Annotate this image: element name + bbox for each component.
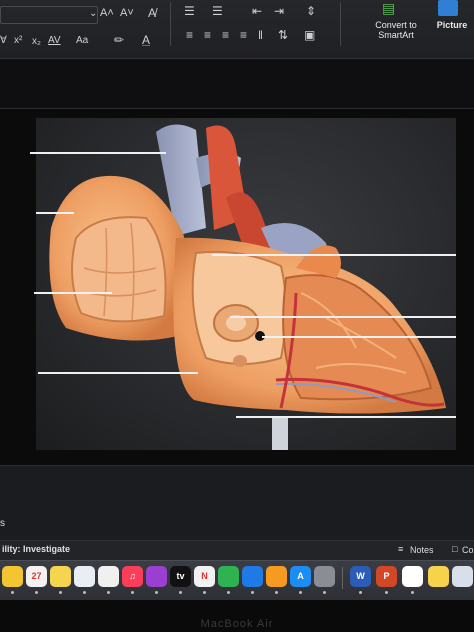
app-store[interactable]: A <box>290 566 311 587</box>
running-indicator <box>251 591 254 594</box>
running-indicator <box>385 591 388 594</box>
heart-model-illustration <box>49 124 447 450</box>
tv-app[interactable]: tv <box>170 566 191 587</box>
running-indicator <box>359 591 362 594</box>
indent-icon[interactable]: ⇥ <box>274 4 284 18</box>
label-line-4 <box>38 372 198 374</box>
running-indicator <box>107 591 110 594</box>
preview-app[interactable] <box>452 566 473 587</box>
running-indicator <box>275 591 278 594</box>
numbers-app[interactable] <box>218 566 239 587</box>
line-spacing-icon[interactable]: ⇕ <box>306 4 316 18</box>
running-indicator <box>411 591 414 594</box>
subscript-button[interactable]: x₂ <box>32 36 41 47</box>
news-app[interactable]: N <box>194 566 215 587</box>
running-indicator <box>83 591 86 594</box>
chrome-app[interactable] <box>402 566 423 587</box>
running-indicator <box>323 591 326 594</box>
stickies-app[interactable] <box>50 566 71 587</box>
shrink-font-button[interactable]: A˅ <box>120 7 134 19</box>
word-app[interactable]: W <box>350 566 371 587</box>
label-line-2 <box>36 212 74 214</box>
convert-to-smartart-button[interactable]: Convert to SmartArt <box>364 20 428 40</box>
label-line-1 <box>30 152 166 154</box>
notes-panel[interactable]: s <box>0 466 474 540</box>
running-indicator <box>35 591 38 594</box>
picture-button[interactable]: Picture <box>430 20 474 30</box>
running-indicator <box>179 591 182 594</box>
label-line-8 <box>236 416 456 418</box>
system-settings[interactable] <box>314 566 335 587</box>
heart-model-photo <box>36 118 456 450</box>
text-direction-icon[interactable]: ⇅ <box>278 28 288 42</box>
font-color-icon[interactable]: A <box>142 33 150 47</box>
running-indicator <box>227 591 230 594</box>
clear-format-button[interactable]: A̸ <box>148 6 156 20</box>
podcasts-app[interactable] <box>146 566 167 587</box>
status-bar: ility: Investigate ≡ Notes □ Co <box>0 540 474 561</box>
music-app[interactable]: ♫ <box>122 566 143 587</box>
outdent-icon[interactable]: ⇤ <box>252 4 262 18</box>
calendar-app[interactable]: 27 <box>26 566 47 587</box>
keynote-app[interactable] <box>242 566 263 587</box>
pages-app[interactable] <box>266 566 287 587</box>
running-indicator <box>131 591 134 594</box>
highlighter-icon[interactable]: ✏ <box>114 33 124 47</box>
align-left-icon[interactable]: ≡ <box>186 28 193 42</box>
comments-button[interactable]: Co <box>462 545 474 555</box>
superscript-button[interactable]: x² <box>14 35 22 46</box>
running-indicator <box>155 591 158 594</box>
align-text-icon[interactable]: ▣ <box>304 28 315 42</box>
smartart-icon[interactable]: ▤ <box>382 0 395 17</box>
freeform-app[interactable] <box>74 566 95 587</box>
comments-icon: □ <box>452 544 458 554</box>
char-spacing-button[interactable]: AV <box>48 35 61 46</box>
dock-divider <box>342 567 343 589</box>
panel-fragment-letter: s <box>0 518 5 529</box>
accessibility-status[interactable]: ility: Investigate <box>2 544 70 554</box>
font-size-dropdown[interactable]: ⌄ <box>0 6 98 24</box>
macos-dock: 27 ♫ tv N A W P <box>0 560 474 601</box>
label-line-6 <box>230 316 456 318</box>
running-indicator <box>59 591 62 594</box>
laptop-brand: MacBook Air <box>200 618 274 630</box>
powerpoint-app[interactable]: P <box>376 566 397 587</box>
align-center-icon[interactable]: ≡ <box>204 28 211 42</box>
notes-button[interactable]: Notes <box>410 545 434 555</box>
numbering-icon[interactable]: ☰ <box>212 4 223 18</box>
running-indicator <box>299 591 302 594</box>
picture-icon[interactable] <box>438 0 458 16</box>
columns-icon[interactable]: ‖ <box>258 28 263 42</box>
running-indicator <box>203 591 206 594</box>
grow-font-button[interactable]: A˄ <box>100 7 114 19</box>
justify-icon[interactable]: ≡ <box>240 28 247 42</box>
change-case-button[interactable]: Aa <box>76 35 88 46</box>
strike-mark: ∀ <box>0 35 7 46</box>
bullets-icon[interactable]: ☰ <box>184 4 195 18</box>
notes-icon: ≡ <box>398 544 404 554</box>
align-right-icon[interactable]: ≡ <box>222 28 229 42</box>
ribbon-toolbar: ⌄ A˄ A˅ A̸ ∀ x² x₂ AV Aa ✏ A ☰ ☰ ⇤ ⇥ ⇕ ≡… <box>0 0 474 59</box>
notes-app[interactable] <box>2 566 23 587</box>
reminders-app[interactable] <box>98 566 119 587</box>
running-indicator <box>11 591 14 594</box>
label-line-3 <box>34 292 112 294</box>
label-line-5 <box>212 254 456 256</box>
notes-yellow-app[interactable] <box>428 566 449 587</box>
label-line-7 <box>262 336 456 338</box>
